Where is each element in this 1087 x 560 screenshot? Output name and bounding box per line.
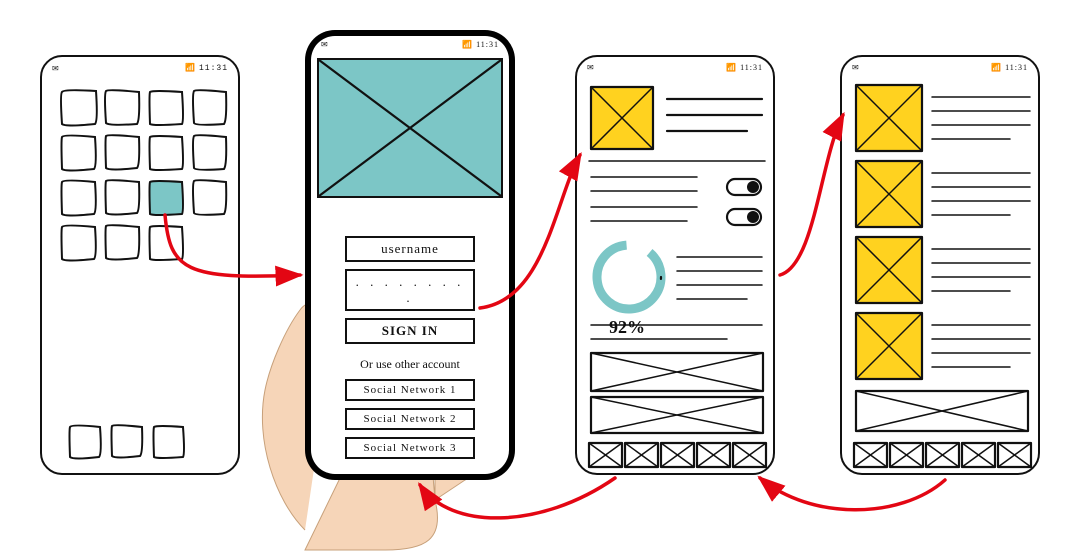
hero-image-placeholder xyxy=(317,58,503,198)
list-item[interactable] xyxy=(856,237,1030,303)
wireframe-screen-dashboard: ✉ 📶 11:31 xyxy=(575,55,775,475)
tab-bar xyxy=(589,443,766,467)
toggle-switch-2[interactable] xyxy=(727,209,761,225)
social-login-3-button[interactable]: Social Network 3 xyxy=(345,437,475,459)
list-item[interactable] xyxy=(856,313,1030,379)
wireframe-screen-login: ✉ 📶 11:31 username . . . . . . . . . SIG… xyxy=(305,30,515,480)
home-app-selected[interactable] xyxy=(150,181,184,215)
wireframe-screen-feed: ✉ 📶 11:31 xyxy=(840,55,1040,475)
alt-login-prompt: Or use other account xyxy=(345,357,475,372)
sign-in-button[interactable]: SIGN IN xyxy=(345,318,475,344)
password-input[interactable]: . . . . . . . . . xyxy=(345,269,475,311)
tab-bar xyxy=(854,443,1031,467)
status-time: 11:31 xyxy=(476,40,499,49)
status-bar: ✉ 📶 11:31 xyxy=(321,40,499,49)
progress-value: 92% xyxy=(609,317,645,338)
list-item[interactable] xyxy=(856,161,1030,227)
toggle-switch-1[interactable] xyxy=(727,179,761,195)
list-item[interactable] xyxy=(856,85,1030,151)
wireframe-screen-home: ✉ 📶 11:31 xyxy=(40,55,240,475)
signal-icon: 📶 xyxy=(462,40,473,49)
mail-icon: ✉ xyxy=(321,40,329,49)
progress-ring xyxy=(584,232,674,322)
social-login-2-button[interactable]: Social Network 2 xyxy=(345,408,475,430)
username-input[interactable]: username xyxy=(345,236,475,262)
social-login-1-button[interactable]: Social Network 1 xyxy=(345,379,475,401)
